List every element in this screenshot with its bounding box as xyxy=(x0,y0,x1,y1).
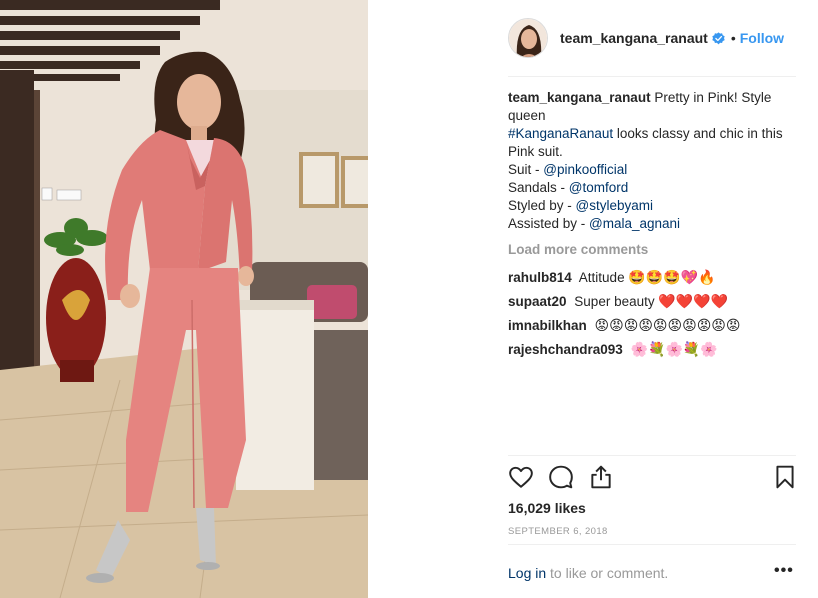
post-panel: team_kangana_ranaut • Follow team_kangan… xyxy=(498,0,798,598)
post-date: SEPTEMBER 6, 2018 xyxy=(508,526,608,537)
comment-username[interactable]: imnabilkhan xyxy=(508,318,587,333)
comment-emoji: 🌸💐🌸💐🌸 xyxy=(630,342,718,358)
comment-username[interactable]: supaat20 xyxy=(508,294,567,309)
caption-sandals-label: Sandals - xyxy=(508,180,569,195)
comment-item: rajeshchandra093 🌸💐🌸💐🌸 xyxy=(508,338,798,362)
login-prompt-text: to like or comment. xyxy=(546,565,669,581)
comment-emoji: 😡😡😡😡😡😡😡😡😡😡 xyxy=(594,318,741,334)
actions-divider xyxy=(508,455,796,456)
follow-button[interactable]: Follow xyxy=(740,30,784,46)
comment-emoji: ❤️❤️❤️❤️ xyxy=(658,294,729,310)
caption-hashtag[interactable]: #KanganaRanaut xyxy=(508,126,613,141)
likes-count[interactable]: 16,029 likes xyxy=(508,500,586,516)
post-author-username[interactable]: team_kangana_ranaut xyxy=(560,30,708,46)
caption-username[interactable]: team_kangana_ranaut xyxy=(508,90,651,105)
verified-badge-icon xyxy=(712,31,725,44)
comment-item: imnabilkhan 😡😡😡😡😡😡😡😡😡😡 xyxy=(508,314,798,338)
login-prompt: Log in to like or comment. xyxy=(508,565,668,581)
login-divider xyxy=(508,544,796,545)
bookmark-icon[interactable] xyxy=(772,464,798,490)
heart-icon[interactable] xyxy=(508,464,534,490)
share-icon[interactable] xyxy=(588,464,614,490)
caption-sandals-handle[interactable]: @tomford xyxy=(569,180,628,195)
comment-item: supaat20 Super beauty ❤️❤️❤️❤️ xyxy=(508,290,798,314)
avatar-image xyxy=(509,19,547,57)
comment-emoji: 🤩🤩🤩💖🔥 xyxy=(628,270,716,286)
header-divider xyxy=(508,76,796,77)
caption-styled-handle[interactable]: @stylebyami xyxy=(576,198,653,213)
caption-suit-handle[interactable]: @pinkoofficial xyxy=(543,162,627,177)
photo-illustration xyxy=(0,0,368,598)
comment-username[interactable]: rahulb814 xyxy=(508,270,572,285)
caption-suit-label: Suit - xyxy=(508,162,544,177)
comment-username[interactable]: rajeshchandra093 xyxy=(508,342,623,357)
comment-text: Super beauty xyxy=(574,294,655,309)
caption-assisted-handle[interactable]: @mala_agnani xyxy=(589,216,680,231)
post-header: team_kangana_ranaut • Follow xyxy=(508,16,798,60)
comment-item: rahulb814 Attitude 🤩🤩🤩💖🔥 xyxy=(508,266,798,290)
comments-list: rahulb814 Attitude 🤩🤩🤩💖🔥 supaat20 Super … xyxy=(508,266,798,362)
comment-text: Attitude xyxy=(578,270,625,285)
comment-icon[interactable] xyxy=(548,464,574,490)
post-caption: team_kangana_ranaut Pretty in Pink! Styl… xyxy=(508,89,792,233)
action-bar xyxy=(508,464,798,492)
login-link[interactable]: Log in xyxy=(508,565,546,581)
caption-styled-label: Styled by - xyxy=(508,198,576,213)
caption-assisted-label: Assisted by - xyxy=(508,216,590,231)
more-options-button[interactable]: ••• xyxy=(774,562,794,580)
header-separator: • xyxy=(730,30,736,46)
post-photo[interactable] xyxy=(0,0,368,598)
load-more-comments-button[interactable]: Load more comments xyxy=(508,242,648,257)
avatar[interactable] xyxy=(508,18,548,58)
